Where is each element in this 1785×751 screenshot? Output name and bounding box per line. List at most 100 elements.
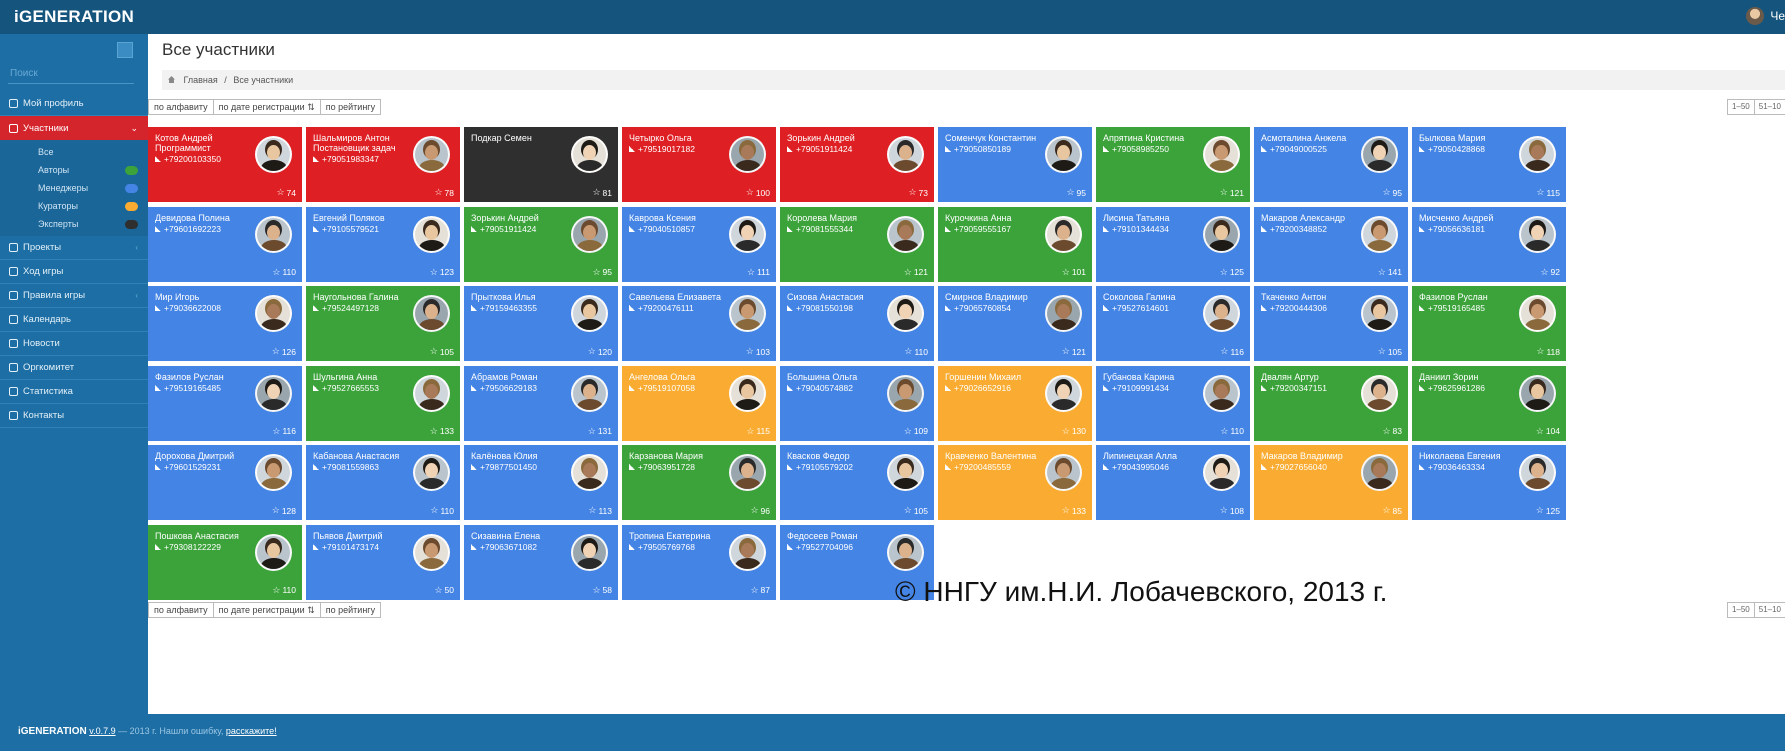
participant-name[interactable]: Соколова Галина (1103, 292, 1208, 302)
participant-avatar[interactable] (887, 374, 924, 412)
sidebar-item-org[interactable]: Оргкомитет (0, 356, 148, 380)
sidebar-item-user[interactable]: Мой профиль (0, 92, 148, 116)
participant-avatar[interactable] (1519, 295, 1556, 332)
participant-card[interactable]: Макаров Владимир +79027656040 ☆ 85 (1254, 445, 1408, 520)
participant-name[interactable]: Шульгина Анна (313, 372, 418, 382)
participant-name[interactable]: Каврова Ксения (629, 213, 734, 223)
participant-card[interactable]: Курочкина Анна +79059555167 ☆ 101 (938, 206, 1092, 282)
participant-card[interactable]: Большина Ольга +79040574882 ☆ 109 (780, 365, 934, 441)
participant-card[interactable]: Горшенин Михаил +79026652916 ☆ 130 (938, 365, 1092, 441)
participant-avatar[interactable] (1203, 295, 1240, 332)
participant-card[interactable]: Асмоталина Анжела +79049000525 ☆ 95 (1254, 127, 1408, 202)
participant-name[interactable]: Пошкова Анастасия (155, 531, 260, 541)
participant-card[interactable]: Девидова Полина +79601692223 ☆ 110 (148, 206, 302, 282)
participant-name[interactable]: Былкова Мария (1419, 133, 1524, 143)
participant-name[interactable]: Карзанова Мария (629, 451, 734, 461)
participant-name[interactable]: Дорохова Дмитрий (155, 451, 260, 461)
participant-name[interactable]: Девидова Полина (155, 213, 260, 223)
participant-avatar[interactable] (1519, 136, 1556, 173)
user-name[interactable]: Че (1770, 9, 1785, 23)
participant-card[interactable]: Наугольнова Галина +79524497128 ☆ 105 (306, 286, 460, 361)
participant-card[interactable]: Былкова Мария +79050428868 ☆ 115 (1412, 127, 1566, 202)
participant-avatar[interactable] (1203, 374, 1240, 412)
sidebar-toggle-button[interactable] (117, 42, 133, 58)
participant-card[interactable]: Королева Мария +79081555344 ☆ 121 (780, 206, 934, 282)
participant-card[interactable]: Тропина Екатерина +79505769768 ☆ 87 (622, 524, 776, 600)
participant-card[interactable]: Четырко Ольга +79519017182 ☆ 100 (622, 127, 776, 202)
participant-card[interactable]: Каврова Ксения +79040510857 ☆ 111 (622, 206, 776, 282)
participant-card[interactable]: Квасков Федор +79105579202 ☆ 105 (780, 445, 934, 520)
participant-card[interactable]: Савельева Елизавета +79200476111 ☆ 103 (622, 286, 776, 361)
participant-avatar[interactable] (255, 454, 292, 491)
participant-name[interactable]: Двалян Артур (1261, 372, 1366, 382)
participant-card[interactable]: Абрамов Роман +79506629183 ☆ 131 (464, 365, 618, 441)
participant-avatar[interactable] (1045, 454, 1082, 491)
participant-avatar[interactable] (571, 136, 608, 173)
participant-avatar[interactable] (413, 215, 450, 253)
participant-avatar[interactable] (1361, 136, 1398, 173)
participant-avatar[interactable] (1361, 215, 1398, 253)
participant-name[interactable]: Ангелова Ольга (629, 372, 734, 382)
participant-card[interactable]: Пошкова Анастасия +79308122229 ☆ 110 (148, 524, 302, 600)
participant-card[interactable]: Кравченко Валентина +79200485559 ☆ 133 (938, 445, 1092, 520)
sort-date-button[interactable]: по дате регистрации ⇅ (212, 99, 321, 115)
participant-card[interactable]: Фазилов Руслан +79519165485 ☆ 118 (1412, 286, 1566, 361)
participant-card[interactable]: Зорькин Андрей +79051911424 ☆ 73 (780, 127, 934, 202)
participant-card[interactable]: Шульгина Анна +79527665553 ☆ 133 (306, 365, 460, 441)
participant-avatar[interactable] (1203, 454, 1240, 491)
participant-name[interactable]: Зорькин Андрей (787, 133, 892, 143)
participant-name[interactable]: Ткаченко Антон (1261, 292, 1366, 302)
participant-name[interactable]: Четырко Ольга (629, 133, 734, 143)
participant-avatar[interactable] (1203, 136, 1240, 173)
participant-avatar[interactable] (255, 215, 292, 253)
participant-card[interactable]: Смирнов Владимир +79065760854 ☆ 121 (938, 286, 1092, 361)
sidebar-item-game[interactable]: Ход игры (0, 260, 148, 284)
participant-card[interactable]: Соколова Галина +79527614601 ☆ 116 (1096, 286, 1250, 361)
report-bug-link[interactable]: расскажите! (226, 726, 277, 736)
participant-name[interactable]: Горшенин Михаил (945, 372, 1050, 382)
participant-name[interactable]: Подкар Семен (471, 133, 576, 143)
participant-avatar[interactable] (887, 454, 924, 491)
participant-card[interactable]: Подкар Семен ☆ 81 (464, 127, 618, 202)
participant-name[interactable]: Николаева Евгения (1419, 451, 1524, 461)
participant-card[interactable]: Лисина Татьяна +79101344434 ☆ 125 (1096, 206, 1250, 282)
participant-card[interactable]: Липинецкая Алла +79043995046 ☆ 108 (1096, 445, 1250, 520)
participant-name[interactable]: Макаров Владимир (1261, 451, 1366, 461)
participant-avatar[interactable] (255, 295, 292, 332)
participant-avatar[interactable] (413, 533, 450, 571)
participant-avatar[interactable] (729, 374, 766, 412)
version-link[interactable]: v.0.7.9 (89, 726, 115, 736)
participant-name[interactable]: Евгений Поляков (313, 213, 418, 223)
participant-avatar[interactable] (1519, 374, 1556, 412)
participant-name[interactable]: Курочкина Анна (945, 213, 1050, 223)
page-1-button[interactable]: 1–50 (1726, 602, 1755, 618)
participant-avatar[interactable] (1045, 295, 1082, 332)
submenu-item[interactable]: Все (0, 143, 148, 161)
participant-name[interactable]: Кравченко Валентина (945, 451, 1050, 461)
participant-avatar[interactable] (729, 215, 766, 253)
sidebar-item-contacts[interactable]: Контакты (0, 404, 148, 428)
page-2-button[interactable]: 51–10 (1753, 602, 1785, 618)
participant-card[interactable]: Соменчук Константин +79050850189 ☆ 95 (938, 127, 1092, 202)
participant-avatar[interactable] (729, 533, 766, 571)
submenu-item[interactable]: Кураторы (0, 197, 148, 215)
participant-avatar[interactable] (887, 136, 924, 173)
participant-card[interactable]: Евгений Поляков +79105579521 ☆ 123 (306, 206, 460, 282)
participant-name[interactable]: Смирнов Владимир (945, 292, 1050, 302)
participant-card[interactable]: Сизова Анастасия +79081550198 ☆ 110 (780, 286, 934, 361)
user-avatar[interactable] (1746, 7, 1765, 25)
user-menu[interactable]: Че (1746, 7, 1785, 25)
sidebar-item-calendar[interactable]: Календарь (0, 308, 148, 332)
participant-card[interactable]: Ангелова Ольга +79519107058 ☆ 115 (622, 365, 776, 441)
participant-name[interactable]: Фазилов Руслан (155, 372, 260, 382)
participant-name[interactable]: Квасков Федор (787, 451, 892, 461)
sort-date-button[interactable]: по дате регистрации ⇅ (212, 602, 321, 618)
participant-avatar[interactable] (255, 136, 292, 173)
participant-card[interactable]: Дорохова Дмитрий +79601529231 ☆ 128 (148, 445, 302, 520)
participant-avatar[interactable] (413, 374, 450, 412)
sidebar-search-input[interactable]: Поиск (8, 64, 134, 84)
app-logo[interactable]: iGENERATION (14, 7, 134, 27)
participant-card[interactable]: Котов Андрей Программист +79200103350 ☆ 74 (148, 127, 302, 202)
participant-avatar[interactable] (413, 136, 450, 173)
sort-alphabet-button[interactable]: по алфавиту (148, 602, 214, 618)
